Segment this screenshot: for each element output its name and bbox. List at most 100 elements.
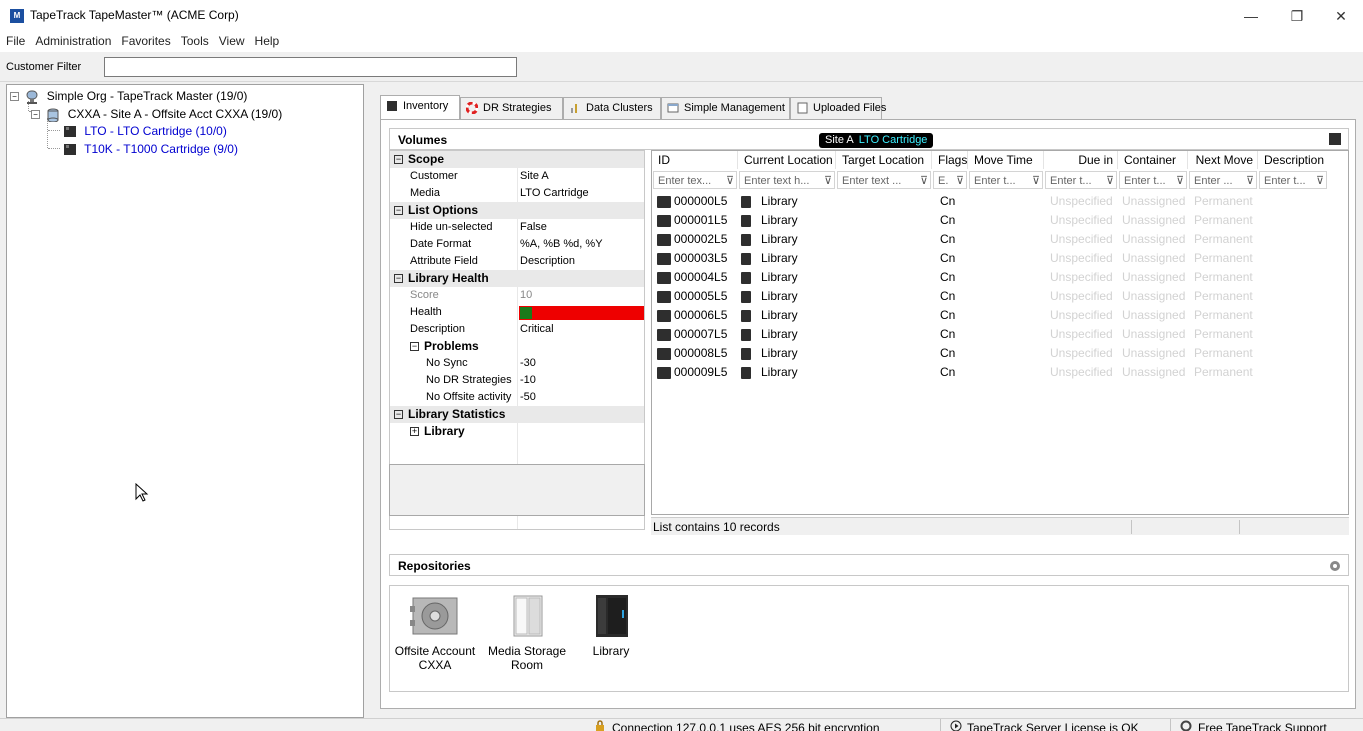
- expand-toggle[interactable]: +: [410, 427, 419, 437]
- column-header-target-location[interactable]: Target Location: [836, 151, 932, 169]
- property-no-sync[interactable]: No Sync -30: [390, 355, 644, 372]
- table-row[interactable]: 000006L5 Library Cn Unspecified Unassigned Pe…: [652, 306, 1348, 325]
- property-score[interactable]: Score 10: [390, 287, 644, 304]
- menu-help[interactable]: Help: [250, 32, 285, 48]
- filter-icon[interactable]: ⊽: [1246, 172, 1254, 188]
- filter-description[interactable]: Enter t... ⊽: [1259, 171, 1327, 189]
- filter-container[interactable]: Enter t... ⊽: [1119, 171, 1187, 189]
- repository-library[interactable]: Library: [576, 592, 646, 658]
- property-customer[interactable]: Customer Site A: [390, 168, 644, 185]
- table-row[interactable]: 000005L5 Library Cn Unspecified Unassigned Pe…: [652, 287, 1348, 306]
- category-problems[interactable]: − Problems: [390, 338, 644, 355]
- property-value: Description: [520, 255, 576, 267]
- collapse-toggle[interactable]: −: [394, 274, 403, 284]
- filter-icon[interactable]: ⊽: [1176, 172, 1184, 188]
- table-row[interactable]: 000007L5 Library Cn Unspecified Unassigned Pe…: [652, 325, 1348, 344]
- status-separator: [1131, 520, 1132, 534]
- table-row[interactable]: 000002L5 Library Cn Unspecified Unassigned Pe…: [652, 230, 1348, 249]
- minimize-button[interactable]: —: [1228, 6, 1274, 26]
- column-header-description[interactable]: Description: [1258, 151, 1348, 169]
- restore-button[interactable]: ❐: [1274, 6, 1320, 26]
- tape-cartridge-icon[interactable]: [1328, 132, 1342, 146]
- menu-tools[interactable]: Tools: [176, 32, 214, 48]
- repository-offsite-account[interactable]: Offsite Account CXXA: [392, 592, 478, 672]
- network-icon: [26, 90, 38, 104]
- tab-uploaded-files[interactable]: Uploaded Files: [790, 97, 886, 119]
- category-list-options[interactable]: − List Options: [390, 202, 644, 219]
- breadcrumb-media[interactable]: LTO Cartridge: [859, 134, 928, 146]
- property-media[interactable]: Media LTO Cartridge: [390, 185, 644, 202]
- repositories-panel: Offsite Account CXXA Media Storage Room: [389, 585, 1349, 692]
- filter-current-location[interactable]: Enter text h... ⊽: [739, 171, 835, 189]
- collapse-toggle[interactable]: −: [394, 206, 403, 216]
- property-health[interactable]: Health: [390, 304, 644, 321]
- column-header-due-in[interactable]: Due in: [1044, 151, 1118, 169]
- repository-media-storage-room[interactable]: Media Storage Room: [484, 592, 570, 672]
- filter-icon[interactable]: ⊽: [1316, 172, 1324, 188]
- category-library-health[interactable]: − Library Health: [390, 270, 644, 287]
- menu-file[interactable]: File: [0, 32, 30, 48]
- play-circle-icon: [950, 720, 962, 731]
- column-header-flags[interactable]: Flags: [932, 151, 968, 169]
- cell-container: Unassigned: [1122, 251, 1186, 265]
- table-row[interactable]: 000001L5 Library Cn Unspecified Unassigned Pe…: [652, 211, 1348, 230]
- tree-node-t10k[interactable]: T10K - T1000 Cartridge (9/0): [63, 141, 238, 157]
- menu-view[interactable]: View: [214, 32, 250, 48]
- property-no-dr-strategies[interactable]: No DR Strategies -10: [390, 372, 644, 389]
- property-attribute-field[interactable]: Attribute Field Description: [390, 253, 644, 270]
- tab-simple-management[interactable]: Simple Management: [661, 97, 790, 119]
- property-description[interactable]: Description Critical: [390, 321, 644, 338]
- tab-data-clusters[interactable]: Data Clusters: [563, 97, 661, 119]
- table-row[interactable]: 000004L5 Library Cn Unspecified Unassigned Pe…: [652, 268, 1348, 287]
- filter-icon[interactable]: ⊽: [1032, 172, 1040, 188]
- column-header-next-move[interactable]: Next Move: [1188, 151, 1258, 169]
- table-row[interactable]: 000008L5 Library Cn Unspecified Unassigned Pe…: [652, 344, 1348, 363]
- collapse-toggle[interactable]: −: [394, 410, 403, 420]
- filter-id[interactable]: Enter tex... ⊽: [653, 171, 737, 189]
- filter-icon[interactable]: ⊽: [956, 172, 964, 188]
- support-link[interactable]: Free TapeTrack Support: [1198, 721, 1327, 731]
- table-row[interactable]: 000003L5 Library Cn Unspecified Unassigned Pe…: [652, 249, 1348, 268]
- customer-filter-input[interactable]: [104, 57, 517, 77]
- library-icon: [741, 252, 751, 265]
- filter-icon[interactable]: ⊽: [1106, 172, 1114, 188]
- category-library[interactable]: + Library: [390, 423, 644, 440]
- category-scope[interactable]: − Scope: [390, 151, 644, 168]
- filter-target-location[interactable]: Enter text ... ⊽: [837, 171, 931, 189]
- table-row[interactable]: 000000L5 Library Cn Unspecified Unassigned Pe…: [652, 192, 1348, 211]
- column-header-current-location[interactable]: Current Location: [738, 151, 836, 169]
- column-header-move-time[interactable]: Move Time: [968, 151, 1044, 169]
- tree-node-customer[interactable]: − CXXA - Site A - Offsite Acct CXXA (19/…: [31, 106, 282, 122]
- tab-inventory[interactable]: Inventory: [380, 95, 460, 119]
- column-header-id[interactable]: ID: [652, 151, 738, 169]
- filter-icon[interactable]: ⊽: [920, 172, 928, 188]
- breadcrumb-site[interactable]: Site A: [825, 134, 854, 146]
- tree-node-org[interactable]: − Simple Org - TapeTrack Master (19/0): [10, 88, 247, 104]
- filter-icon[interactable]: ⊽: [726, 172, 734, 188]
- collapse-toggle[interactable]: −: [31, 110, 40, 120]
- collapse-toggle[interactable]: −: [410, 342, 419, 352]
- table-row[interactable]: 000009L5 Library Cn Unspecified Unassigned Pe…: [652, 363, 1348, 382]
- close-button[interactable]: ✕: [1318, 6, 1363, 26]
- collapse-toggle[interactable]: −: [10, 92, 19, 102]
- menu-favorites[interactable]: Favorites: [116, 32, 175, 48]
- gear-icon[interactable]: [1328, 559, 1342, 573]
- repository-label: Room: [510, 658, 543, 672]
- property-no-offsite-activity[interactable]: No Offsite activity -50: [390, 389, 644, 406]
- tab-dr-strategies[interactable]: DR Strategies: [460, 97, 563, 119]
- cell-id: 000006L5: [674, 308, 728, 322]
- category-library-statistics[interactable]: − Library Statistics: [390, 406, 644, 423]
- menu-administration[interactable]: Administration: [30, 32, 116, 48]
- column-header-container[interactable]: Container: [1118, 151, 1188, 169]
- filter-flags[interactable]: E. ⊽: [933, 171, 967, 189]
- property-hide-unselected[interactable]: Hide un-selected False: [390, 219, 644, 236]
- property-date-format[interactable]: Date Format %A, %B %d, %Y: [390, 236, 644, 253]
- repository-label: Media Storage: [487, 644, 567, 658]
- collapse-toggle[interactable]: −: [394, 155, 403, 165]
- filter-move-time[interactable]: Enter t... ⊽: [969, 171, 1043, 189]
- tree-node-lto[interactable]: LTO - LTO Cartridge (10/0): [63, 123, 227, 139]
- filter-icon[interactable]: ⊽: [824, 172, 832, 188]
- filter-next-move[interactable]: Enter ... ⊽: [1189, 171, 1257, 189]
- filter-due-in[interactable]: Enter t... ⊽: [1045, 171, 1117, 189]
- cell-id: 000004L5: [674, 270, 728, 284]
